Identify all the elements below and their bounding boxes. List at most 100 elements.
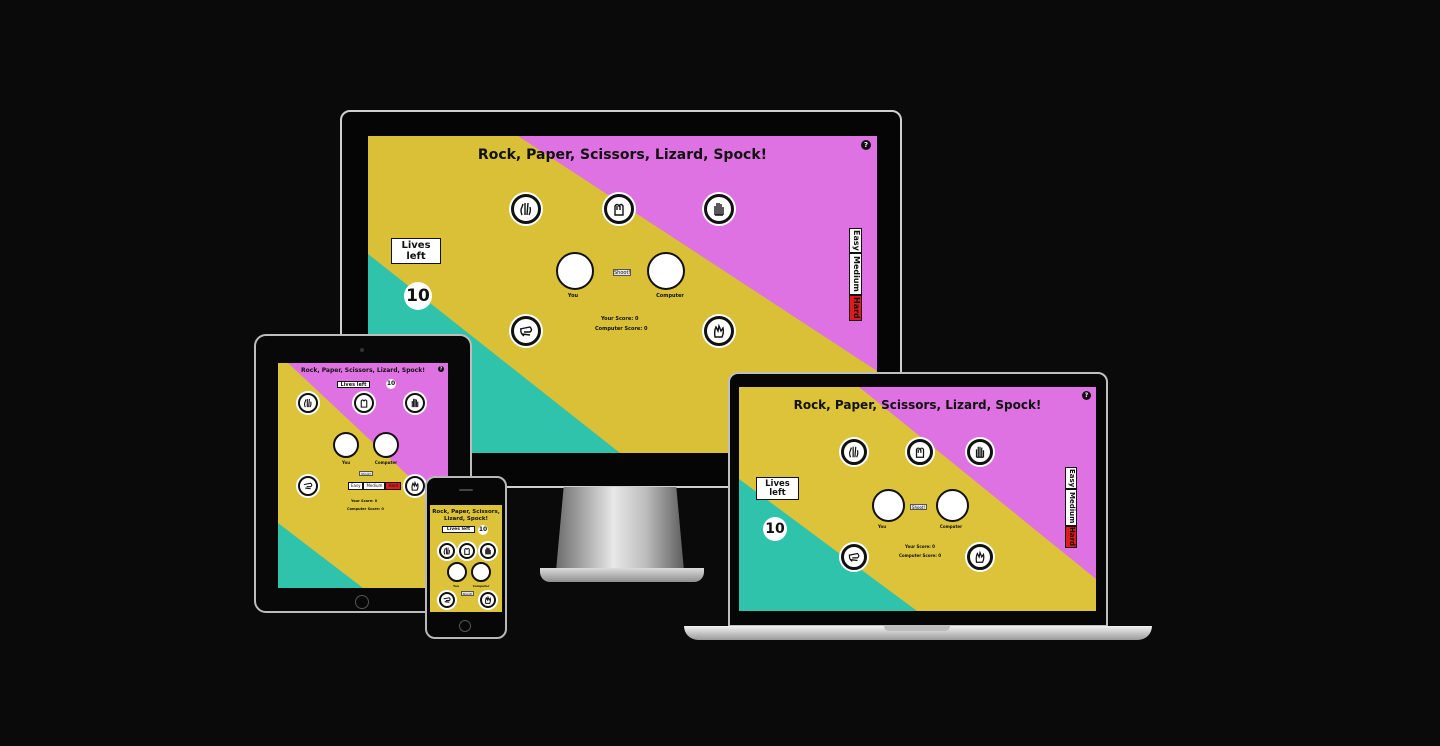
lizard-icon bbox=[443, 597, 451, 603]
lizard-choice-button[interactable] bbox=[439, 592, 455, 608]
difficulty-easy-button[interactable]: Easy bbox=[849, 228, 862, 253]
lives-label-line2: left bbox=[406, 250, 426, 262]
difficulty-hard-button[interactable]: Hard bbox=[1065, 526, 1077, 548]
spock-choice-button[interactable] bbox=[405, 476, 425, 496]
phone-home-button[interactable] bbox=[459, 620, 471, 632]
page-title-line2: Lizard, Spock! bbox=[443, 516, 489, 522]
monitor-stand bbox=[556, 487, 684, 571]
computer-score: Computer Score: 0 bbox=[899, 553, 942, 558]
your-score: Your Score: 0 bbox=[601, 316, 639, 322]
computer-score: Computer Score: 0 bbox=[347, 507, 384, 511]
you-label: You bbox=[452, 584, 460, 588]
scissors-choice-button[interactable] bbox=[298, 393, 318, 413]
difficulty-hard-button[interactable]: Hard bbox=[385, 482, 402, 490]
lives-counter: 10 bbox=[478, 525, 488, 535]
lives-label: Lives left bbox=[391, 238, 441, 264]
paper-choice-button[interactable] bbox=[405, 393, 425, 413]
lives-label: Lives left bbox=[442, 526, 475, 533]
rock-icon bbox=[464, 547, 470, 555]
difficulty-hard-button[interactable]: Hard bbox=[849, 295, 862, 321]
lizard-choice-button[interactable] bbox=[511, 316, 541, 346]
laptop-notch bbox=[884, 626, 950, 631]
spock-choice-button[interactable] bbox=[967, 544, 993, 570]
lizard-icon bbox=[519, 326, 533, 337]
computer-label: Computer bbox=[374, 460, 398, 465]
scissors-icon bbox=[849, 446, 859, 458]
you-label: You bbox=[877, 524, 887, 529]
computer-score: Computer Score: 0 bbox=[595, 326, 648, 332]
spock-choice-button[interactable] bbox=[480, 592, 496, 608]
difficulty-medium-button[interactable]: Medium bbox=[849, 253, 862, 295]
help-button[interactable]: ? bbox=[1082, 391, 1091, 400]
computer-choice-display bbox=[373, 432, 399, 458]
monitor-base bbox=[540, 568, 704, 582]
paper-icon bbox=[485, 547, 491, 555]
laptop-screen: Rock, Paper, Scissors, Lizard, Spock! ? … bbox=[739, 387, 1096, 611]
difficulty-selector: Easy Medium Hard bbox=[849, 228, 862, 321]
lizard-choice-button[interactable] bbox=[841, 544, 867, 570]
difficulty-selector: Easy Medium Hard bbox=[1065, 467, 1077, 548]
shoot-button[interactable]: Shoot! bbox=[613, 269, 631, 276]
phone-speaker bbox=[459, 489, 473, 491]
spock-icon bbox=[485, 595, 491, 604]
scissors-choice-button[interactable] bbox=[511, 194, 541, 224]
spock-icon bbox=[411, 480, 419, 491]
page-title: Rock, Paper, Scissors, Lizard, Spock! bbox=[301, 367, 425, 374]
spock-icon bbox=[975, 550, 985, 563]
lizard-icon bbox=[848, 552, 860, 562]
computer-choice-display bbox=[647, 252, 685, 290]
help-button[interactable]: ? bbox=[861, 140, 871, 150]
rock-icon bbox=[360, 399, 368, 408]
lives-counter: 10 bbox=[386, 379, 396, 389]
lives-label: Lives left bbox=[756, 477, 799, 500]
spock-choice-button[interactable] bbox=[704, 316, 734, 346]
computer-label: Computer bbox=[656, 293, 684, 299]
shoot-button[interactable]: Shoot! bbox=[910, 504, 927, 510]
page-title-line1: Rock, Paper, Scissors, bbox=[432, 509, 500, 515]
scissors-choice-button[interactable] bbox=[439, 543, 455, 559]
you-label: You bbox=[567, 293, 579, 299]
lives-counter: 10 bbox=[404, 282, 432, 310]
rock-icon bbox=[614, 203, 624, 216]
help-button[interactable]: ? bbox=[438, 366, 444, 372]
paper-icon bbox=[714, 203, 724, 216]
rock-choice-button[interactable] bbox=[459, 543, 475, 559]
difficulty-medium-button[interactable]: Medium bbox=[363, 482, 386, 490]
player-choice-display bbox=[556, 252, 594, 290]
paper-choice-button[interactable] bbox=[967, 439, 993, 465]
rock-choice-button[interactable] bbox=[604, 194, 634, 224]
your-score: Your Score: 0 bbox=[905, 544, 935, 549]
rock-icon bbox=[915, 447, 925, 458]
rock-choice-button[interactable] bbox=[907, 439, 933, 465]
lizard-choice-button[interactable] bbox=[298, 476, 318, 496]
lives-label-line2: left bbox=[769, 487, 786, 498]
difficulty-easy-button[interactable]: Easy bbox=[348, 482, 364, 490]
paper-choice-button[interactable] bbox=[480, 543, 496, 559]
spock-icon bbox=[713, 323, 725, 338]
paper-icon bbox=[975, 446, 985, 458]
shoot-button[interactable]: Shoot! bbox=[359, 471, 373, 476]
shoot-button[interactable]: Shoot! bbox=[461, 591, 474, 596]
tablet-home-button[interactable] bbox=[355, 595, 369, 609]
lives-label: Lives left bbox=[337, 381, 370, 388]
lizard-icon bbox=[303, 482, 313, 490]
computer-choice-display bbox=[471, 562, 491, 582]
paper-choice-button[interactable] bbox=[704, 194, 734, 224]
phone-screen: Rock, Paper, Scissors, Lizard, Spock! Li… bbox=[430, 505, 502, 612]
computer-choice-display bbox=[936, 489, 969, 522]
computer-label: Computer bbox=[472, 584, 490, 588]
player-choice-display bbox=[333, 432, 359, 458]
difficulty-medium-button[interactable]: Medium bbox=[1065, 489, 1077, 526]
page-title: Rock, Paper, Scissors, Lizard, Spock! bbox=[477, 147, 768, 163]
difficulty-selector: Easy Medium Hard bbox=[348, 482, 402, 490]
difficulty-easy-button[interactable]: Easy bbox=[1065, 467, 1077, 489]
scissors-icon bbox=[304, 398, 312, 408]
scissors-icon bbox=[443, 547, 450, 555]
tablet-screen: Rock, Paper, Scissors, Lizard, Spock! ? … bbox=[278, 363, 448, 588]
scissors-choice-button[interactable] bbox=[841, 439, 867, 465]
paper-icon bbox=[411, 398, 419, 408]
lives-label-line1: Lives bbox=[401, 240, 431, 251]
scissors-icon bbox=[520, 202, 532, 216]
lives-counter: 10 bbox=[763, 517, 787, 541]
rock-choice-button[interactable] bbox=[354, 393, 374, 413]
